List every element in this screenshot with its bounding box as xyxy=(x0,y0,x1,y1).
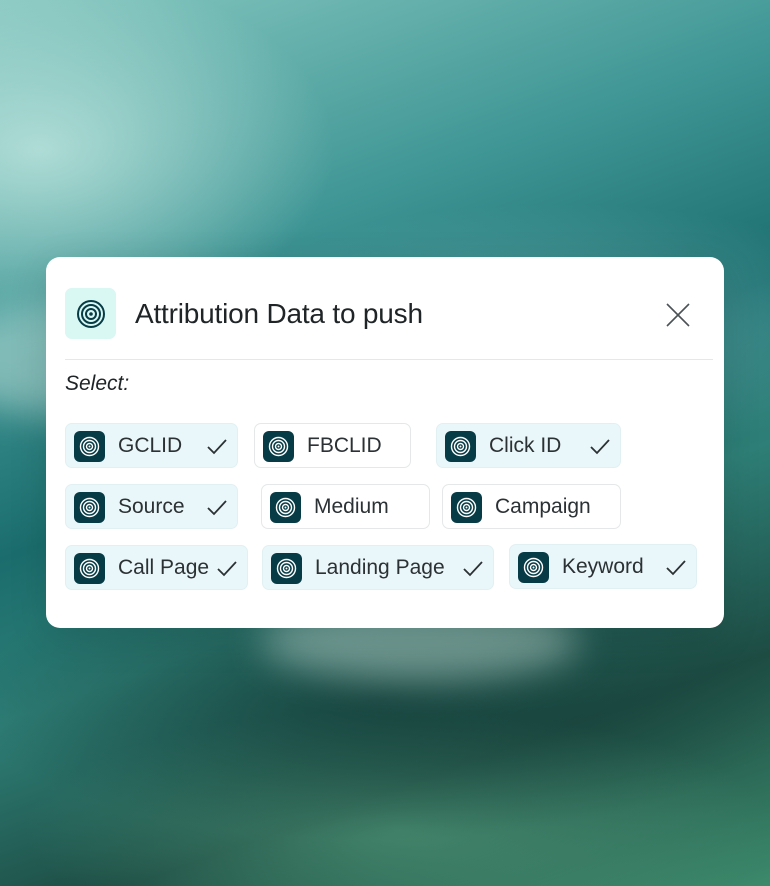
checkmark-icon xyxy=(206,437,228,457)
target-icon xyxy=(74,492,105,523)
option-label: Landing Page xyxy=(315,556,445,579)
select-label: Select: xyxy=(65,372,130,395)
option-chip-medium[interactable]: Medium xyxy=(261,484,430,529)
target-icon xyxy=(451,492,482,523)
checkmark-icon xyxy=(589,437,611,457)
option-chip-gclid[interactable]: GCLID xyxy=(65,423,238,468)
checkmark-icon xyxy=(206,498,228,518)
dialog-header: Attribution Data to push xyxy=(65,288,713,360)
target-icon xyxy=(74,431,105,462)
close-icon[interactable] xyxy=(663,300,693,330)
option-label: Source xyxy=(118,495,185,518)
target-icon xyxy=(263,431,294,462)
option-chip-campaign[interactable]: Campaign xyxy=(442,484,621,529)
target-icon xyxy=(445,431,476,462)
option-chip-click-id[interactable]: Click ID xyxy=(436,423,621,468)
target-icon xyxy=(65,288,116,339)
option-chip-call-page[interactable]: Call Page xyxy=(65,545,248,590)
option-chip-landing-page[interactable]: Landing Page xyxy=(262,545,494,590)
checkmark-icon xyxy=(216,559,238,579)
checkmark-icon xyxy=(665,558,687,578)
option-label: Click ID xyxy=(489,434,562,457)
dialog-title: Attribution Data to push xyxy=(135,298,423,329)
option-chip-source[interactable]: Source xyxy=(65,484,238,529)
option-chip-keyword[interactable]: Keyword xyxy=(509,544,697,589)
option-label: Call Page xyxy=(118,556,210,579)
attribution-dialog: Attribution Data to push Select: GCLID F… xyxy=(46,257,724,628)
option-chip-fbclid[interactable]: FBCLID xyxy=(254,423,411,468)
target-icon xyxy=(270,492,301,523)
checkmark-icon xyxy=(462,559,484,579)
target-icon xyxy=(74,553,105,584)
option-label: Campaign xyxy=(495,495,591,518)
option-label: FBCLID xyxy=(307,434,382,457)
target-icon xyxy=(271,553,302,584)
option-label: Keyword xyxy=(562,555,644,578)
option-label: GCLID xyxy=(118,434,183,457)
target-icon xyxy=(518,552,549,583)
option-label: Medium xyxy=(314,495,389,518)
